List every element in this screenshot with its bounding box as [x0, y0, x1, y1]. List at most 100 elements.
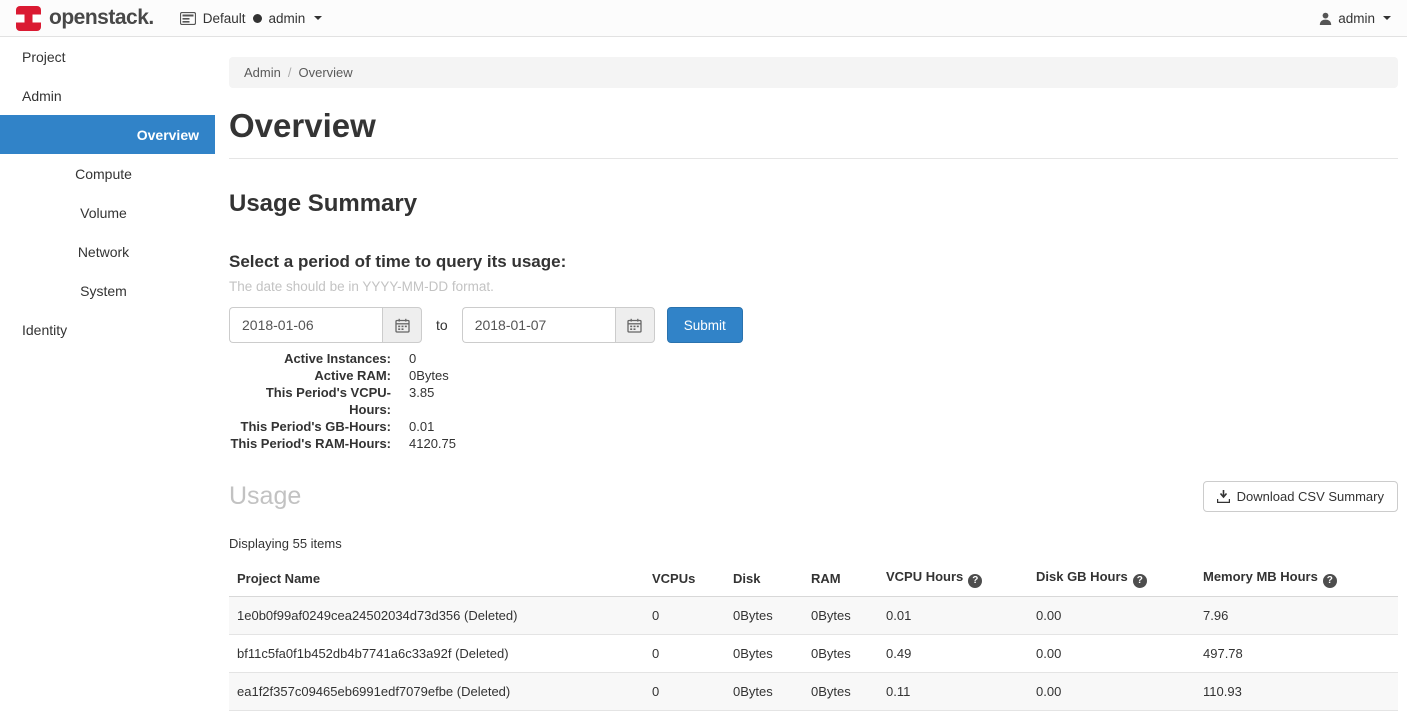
period-prompt: Select a period of time to query its usa… [229, 252, 1398, 272]
cell-ram: 0Bytes [803, 635, 878, 673]
sidebar-item-admin[interactable]: Admin [0, 76, 215, 115]
cell-disk-gb-hours: 0.00 [1028, 635, 1195, 673]
col-vcpu-hours: VCPU Hours [878, 561, 1028, 597]
page-title: Overview [229, 107, 1398, 145]
top-navbar: openstack. Default admin admin [0, 0, 1407, 37]
sidebar-item-label: Project [22, 49, 66, 65]
stat-ram-hours: This Period's RAM-Hours: 4120.75 [229, 435, 1398, 452]
col-vcpus: VCPUs [644, 561, 725, 597]
cell-project-name: ea1f2f357c09465eb6991edf7079efbe (Delete… [229, 673, 644, 711]
stat-value: 0Bytes [409, 367, 449, 384]
cell-vcpus: 0 [644, 673, 725, 711]
stat-label: Active Instances: [229, 350, 391, 367]
table-row: ea1f2f357c09465eb6991edf7079efbe (Delete… [229, 673, 1398, 711]
usage-period-form: to [229, 307, 1398, 343]
col-label: VCPU Hours [886, 569, 963, 584]
table-header-row: Project Name VCPUs Disk RAM VCPU Hours D… [229, 561, 1398, 597]
caret-down-icon [314, 16, 322, 20]
breadcrumb: Admin / Overview [229, 57, 1398, 88]
sidebar-item-volume[interactable]: Volume [0, 193, 215, 232]
usage-table: Project Name VCPUs Disk RAM VCPU Hours D… [229, 561, 1398, 711]
to-label: to [436, 317, 448, 333]
col-project-name: Project Name [229, 561, 644, 597]
question-mark-icon[interactable] [1133, 574, 1147, 588]
start-date-calendar-addon[interactable] [382, 307, 422, 343]
download-csv-button[interactable]: Download CSV Summary [1203, 481, 1398, 512]
stat-value: 0 [409, 350, 416, 367]
context-switcher-menu[interactable]: Default admin [180, 11, 323, 26]
sidebar-item-compute[interactable]: Compute [0, 154, 215, 193]
sidebar-item-project[interactable]: Project [0, 37, 215, 76]
cell-vcpus: 0 [644, 597, 725, 635]
cell-disk: 0Bytes [725, 597, 803, 635]
sidebar-item-label: Network [78, 244, 129, 260]
brand[interactable]: openstack. [16, 6, 154, 31]
list-icon [180, 12, 196, 25]
main-content: Admin/Overview Overview Usage Summary Se… [215, 37, 1407, 670]
openstack-logo-icon [16, 6, 41, 31]
date-format-hint: The date should be in YYYY-MM-DD format. [229, 279, 1398, 294]
download-icon [1217, 490, 1230, 503]
sidebar-item-system[interactable]: System [0, 271, 215, 310]
cell-ram: 0Bytes [803, 597, 878, 635]
cell-ram: 0Bytes [803, 673, 878, 711]
cell-disk: 0Bytes [725, 673, 803, 711]
chevron-down-icon [187, 88, 198, 99]
caret-down-icon [1383, 16, 1391, 20]
chevron-right-icon [187, 206, 198, 217]
stat-label: This Period's RAM-Hours: [229, 435, 391, 452]
cell-project-name: bf11c5fa0f1b452db4b7741a6c33a92f (Delete… [229, 635, 644, 673]
chevron-right-icon [187, 167, 198, 178]
calendar-icon [395, 318, 410, 333]
domain-label: Default [203, 11, 246, 26]
title-divider [229, 158, 1398, 159]
sidebar-item-label: Identity [22, 322, 67, 338]
end-date-input[interactable] [462, 307, 615, 343]
usage-stats: Active Instances: 0 Active RAM: 0Bytes T… [229, 350, 1398, 452]
col-memory-mb-hours: Memory MB Hours [1195, 561, 1398, 597]
end-date-calendar-addon[interactable] [615, 307, 655, 343]
breadcrumb-admin[interactable]: Admin [244, 65, 281, 80]
col-disk-gb-hours: Disk GB Hours [1028, 561, 1195, 597]
col-disk: Disk [725, 561, 803, 597]
breadcrumb-current: Overview [298, 65, 352, 80]
stat-active-ram: Active RAM: 0Bytes [229, 367, 1398, 384]
stat-vcpu-hours: This Period's VCPU-Hours: 3.85 [229, 384, 1398, 418]
sidebar-item-network[interactable]: Network [0, 232, 215, 271]
user-label: admin [1338, 11, 1375, 26]
cell-disk: 0Bytes [725, 635, 803, 673]
cell-project-name: 1e0b0f99af0249cea24502034d73d356 (Delete… [229, 597, 644, 635]
breadcrumb-separator: / [288, 65, 292, 80]
cell-vcpu-hours: 0.49 [878, 635, 1028, 673]
cell-vcpu-hours: 0.01 [878, 597, 1028, 635]
start-date-input[interactable] [229, 307, 382, 343]
cell-vcpu-hours: 0.11 [878, 673, 1028, 711]
cell-memory-mb-hours: 110.93 [1195, 673, 1398, 711]
cell-disk-gb-hours: 0.00 [1028, 673, 1195, 711]
sidebar-item-identity[interactable]: Identity [0, 310, 215, 349]
sidebar-item-label: System [80, 283, 127, 299]
question-mark-icon[interactable] [1323, 574, 1337, 588]
stat-label: This Period's GB-Hours: [229, 418, 391, 435]
sidebar: Project Admin Overview Compute Volume Ne… [0, 37, 215, 670]
stat-active-instances: Active Instances: 0 [229, 350, 1398, 367]
end-date-group [462, 307, 655, 343]
calendar-icon [627, 318, 642, 333]
row-count-text: Displaying 55 items [229, 536, 1398, 551]
stat-value: 3.85 [409, 384, 434, 418]
col-ram: RAM [803, 561, 878, 597]
user-menu[interactable]: admin [1319, 11, 1391, 26]
sidebar-item-label: Overview [137, 127, 199, 143]
question-mark-icon[interactable] [968, 574, 982, 588]
cell-memory-mb-hours: 7.96 [1195, 597, 1398, 635]
stat-value: 0.01 [409, 418, 434, 435]
chevron-right-icon [187, 284, 198, 295]
cell-memory-mb-hours: 497.78 [1195, 635, 1398, 673]
chevron-right-icon [187, 323, 198, 334]
chevron-right-icon [187, 50, 198, 61]
sidebar-item-overview[interactable]: Overview [0, 115, 215, 154]
col-label: Memory MB Hours [1203, 569, 1318, 584]
sidebar-item-label: Volume [80, 205, 127, 221]
stat-label: This Period's VCPU-Hours: [229, 384, 391, 418]
submit-button[interactable]: Submit [667, 307, 743, 343]
